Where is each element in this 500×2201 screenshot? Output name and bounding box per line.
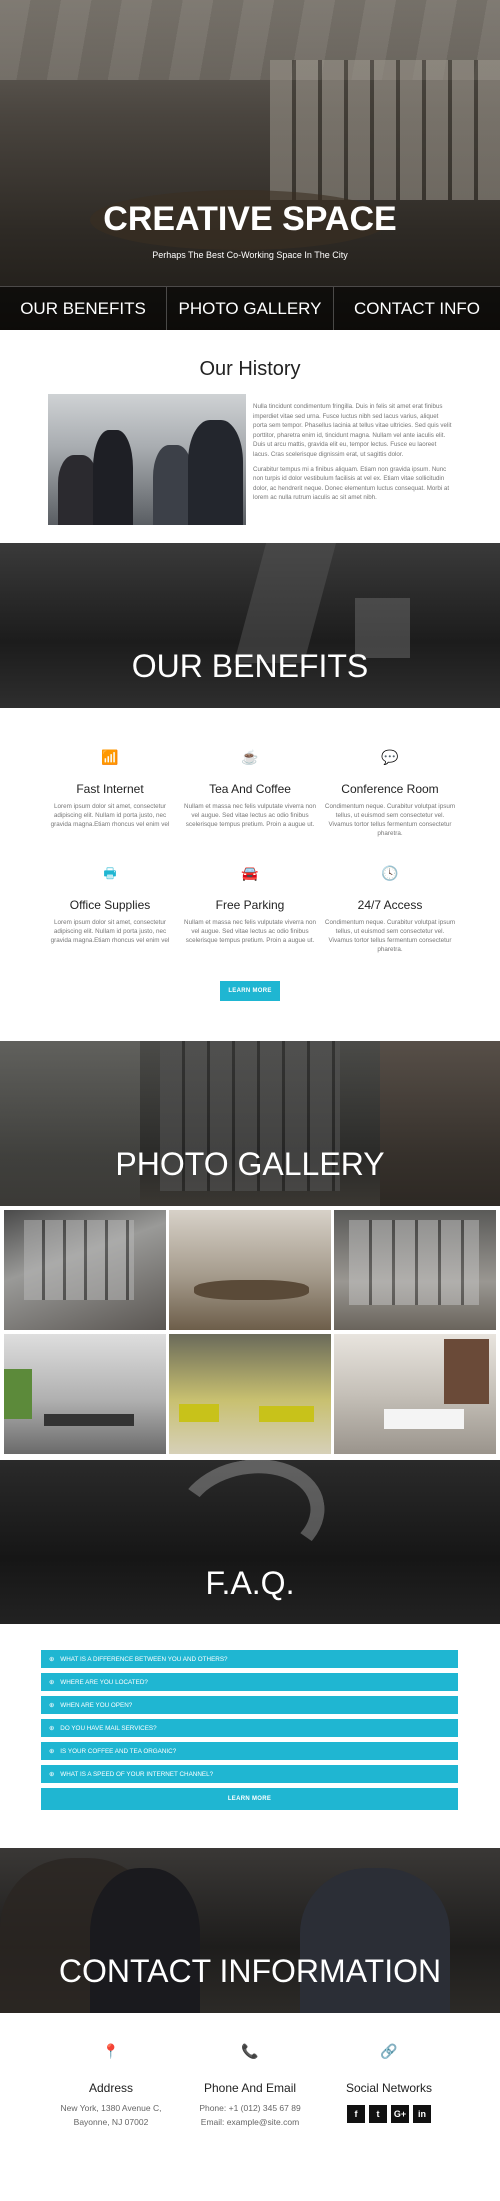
faq-item[interactable]: ⊕ WHEN ARE YOU OPEN? — [41, 1696, 458, 1714]
main-nav: OUR BENEFITS PHOTO GALLERY CONTACT INFO — [0, 286, 500, 330]
wifi-icon: 📶 — [101, 749, 119, 765]
benefit-24-7-access: 🕓 24/7 Access Condimentum neque. Curabit… — [320, 864, 460, 954]
gallery-image[interactable] — [334, 1210, 496, 1330]
plus-icon: ⊕ — [49, 1770, 55, 1778]
benefit-text: Nullam et massa nec felis vulputate vive… — [184, 803, 316, 828]
contact-social: 🔗 Social Networks f t G+ in — [314, 2043, 464, 2123]
chat-icon: 💬 — [381, 749, 399, 765]
history-image — [48, 394, 246, 525]
benefit-title: Conference Room — [341, 782, 439, 796]
hero-title: CREATIVE SPACE — [103, 200, 397, 238]
benefits-learn-more-button[interactable]: LEARN MORE — [220, 981, 280, 1001]
history-title: Our History — [199, 358, 301, 380]
contact-phone-email: 📞 Phone And Email Phone: +1 (012) 345 67… — [175, 2043, 325, 2129]
faq-title: F.A.Q. — [205, 1565, 295, 1601]
clock-icon: 🕓 — [381, 865, 399, 881]
faq-item[interactable]: ⊕ DO YOU HAVE MAIL SERVICES? — [41, 1719, 458, 1737]
plus-icon: ⊕ — [49, 1724, 55, 1732]
benefit-fast-internet: 📶 Fast Internet Lorem ipsum dolor sit am… — [40, 748, 180, 829]
hero-windows — [270, 60, 500, 200]
faq-question: DO YOU HAVE MAIL SERVICES? — [60, 1724, 157, 1732]
printer-icon: 🖶 — [103, 865, 117, 881]
faq-item[interactable]: ⊕ WHAT IS A DIFFERENCE BETWEEN YOU AND O… — [41, 1650, 458, 1668]
history-paragraph: Curabitur tempus mi a finibus aliquam. E… — [253, 465, 450, 502]
plus-icon: ⊕ — [49, 1655, 55, 1663]
faq-item[interactable]: ⊕ IS YOUR COFFEE AND TEA ORGANIC? — [41, 1742, 458, 1760]
faq-question: WHERE ARE YOU LOCATED? — [60, 1678, 148, 1686]
benefit-office-supplies: 🖶 Office Supplies Lorem ipsum dolor sit … — [40, 864, 180, 945]
benefits-banner: OUR BENEFITS — [0, 543, 500, 708]
linkedin-icon[interactable]: in — [413, 2105, 431, 2123]
contact-heading: Phone And Email — [203, 2081, 297, 2095]
benefit-text: Condimentum neque. Curabitur volutpat ip… — [324, 919, 456, 953]
faq-question: WHAT IS A DIFFERENCE BETWEEN YOU AND OTH… — [60, 1655, 228, 1663]
address-line: New York, 1380 Avenue C, — [60, 2103, 162, 2113]
gallery-image[interactable] — [169, 1334, 331, 1454]
phone-line: Phone: +1 (012) 345 67 89 — [199, 2103, 301, 2113]
plus-icon: ⊕ — [49, 1747, 55, 1755]
nav-photo-gallery[interactable]: PHOTO GALLERY — [167, 287, 334, 330]
contact-detail: New York, 1380 Avenue C, Bayonne, NJ 070… — [36, 2101, 186, 2129]
benefit-free-parking: 🚘 Free Parking Nullam et massa nec felis… — [180, 864, 320, 945]
contact-title: CONTACT INFORMATION — [58, 1953, 442, 1989]
gallery-title: PHOTO GALLERY — [115, 1146, 385, 1182]
car-icon: 🚘 — [241, 865, 259, 881]
benefit-title: 24/7 Access — [357, 898, 423, 912]
hero-subtitle: Perhaps The Best Co-Working Space In The… — [152, 250, 348, 260]
benefit-title: Fast Internet — [76, 782, 144, 796]
benefit-text: Condimentum neque. Curabitur volutpat ip… — [324, 803, 456, 837]
faq-question: WHAT IS A SPEED OF YOUR INTERNET CHANNEL… — [60, 1770, 214, 1778]
email-line[interactable]: Email: example@site.com — [175, 2115, 325, 2129]
share-icon: 🔗 — [380, 2043, 398, 2059]
benefit-tea-coffee: ☕ Tea And Coffee Nullam et massa nec fel… — [180, 748, 320, 829]
faq-question: WHEN ARE YOU OPEN? — [60, 1701, 133, 1709]
social-links: f t G+ in — [314, 2105, 464, 2123]
faq-item[interactable]: ⊕ WHAT IS A SPEED OF YOUR INTERNET CHANN… — [41, 1765, 458, 1783]
facebook-icon[interactable]: f — [347, 2105, 365, 2123]
faq-banner: F.A.Q. — [0, 1460, 500, 1624]
gallery-banner: PHOTO GALLERY — [0, 1041, 500, 1206]
address-line: Bayonne, NJ 07002 — [73, 2117, 149, 2127]
benefit-text: Lorem ipsum dolor sit amet, consectetur … — [50, 919, 170, 944]
contact-heading: Social Networks — [345, 2081, 433, 2095]
nav-contact-info[interactable]: CONTACT INFO — [334, 287, 500, 330]
hero-section: CREATIVE SPACE Perhaps The Best Co-Worki… — [0, 0, 500, 330]
twitter-icon[interactable]: t — [369, 2105, 387, 2123]
google-plus-icon[interactable]: G+ — [391, 2105, 409, 2123]
coffee-icon: ☕ — [241, 749, 259, 765]
gallery-image[interactable] — [169, 1210, 331, 1330]
benefit-text: Lorem ipsum dolor sit amet, consectetur … — [50, 803, 170, 828]
benefits-title: OUR BENEFITS — [131, 648, 369, 684]
benefit-conference-room: 💬 Conference Room Condimentum neque. Cur… — [320, 748, 460, 838]
history-text: Nulla tincidunt condimentum fringilla. D… — [253, 402, 453, 508]
benefit-title: Free Parking — [215, 898, 285, 912]
history-paragraph: Nulla tincidunt condimentum fringilla. D… — [253, 403, 452, 458]
contact-detail: Phone: +1 (012) 345 67 89 Email: example… — [175, 2101, 325, 2129]
gallery-image[interactable] — [4, 1334, 166, 1454]
map-pin-icon: 📍 — [102, 2043, 120, 2059]
nav-our-benefits[interactable]: OUR BENEFITS — [0, 287, 167, 330]
benefit-title: Tea And Coffee — [209, 782, 291, 796]
plus-icon: ⊕ — [49, 1678, 55, 1686]
contact-banner: CONTACT INFORMATION — [0, 1848, 500, 2013]
contact-address: 📍 Address New York, 1380 Avenue C, Bayon… — [36, 2043, 186, 2129]
faq-question: IS YOUR COFFEE AND TEA ORGANIC? — [60, 1747, 177, 1755]
plus-icon: ⊕ — [49, 1701, 55, 1709]
faq-item[interactable]: ⊕ WHERE ARE YOU LOCATED? — [41, 1673, 458, 1691]
benefit-title: Office Supplies — [69, 898, 151, 912]
gallery-image[interactable] — [334, 1334, 496, 1454]
faq-learn-more-button[interactable]: LEARN MORE — [41, 1788, 458, 1810]
phone-icon: 📞 — [241, 2043, 259, 2059]
gallery-image[interactable] — [4, 1210, 166, 1330]
benefit-text: Nullam et massa nec felis vulputate vive… — [184, 919, 316, 944]
contact-heading: Address — [88, 2081, 134, 2095]
